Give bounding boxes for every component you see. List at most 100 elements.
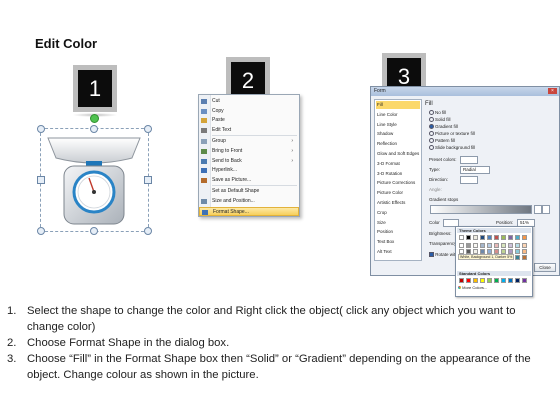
category-picture-corrections[interactable]: Picture Corrections: [377, 179, 415, 187]
theme-color-swatch[interactable]: [466, 235, 471, 240]
standard-color-swatch[interactable]: [515, 278, 520, 283]
standard-color-swatch[interactable]: [480, 278, 485, 283]
theme-color-swatch[interactable]: [515, 249, 520, 254]
menu-item-size-and-position[interactable]: Size and Position...: [199, 197, 299, 206]
fill-option-picture-or-texture-fill[interactable]: Picture or texture fill: [429, 131, 475, 137]
theme-color-swatch[interactable]: [515, 243, 520, 248]
angle-label: Angle:: [429, 187, 442, 192]
send-back-icon: [201, 158, 207, 164]
context-menu: Cut Copy Paste Edit Text Group › Bring to Fron…: [198, 94, 300, 217]
dialog-titlebar[interactable]: Form: [371, 87, 559, 96]
category-crop[interactable]: Crop: [377, 209, 387, 217]
theme-color-swatch[interactable]: [473, 243, 478, 248]
more-colors-link[interactable]: More Colors...: [458, 285, 487, 290]
theme-color-swatch[interactable]: [515, 255, 520, 260]
close-icon[interactable]: ×: [548, 88, 557, 94]
close-button[interactable]: Close: [534, 263, 556, 272]
preset-colors-dropdown[interactable]: [460, 156, 478, 164]
menu-item-edit-text[interactable]: Edit Text: [199, 126, 299, 135]
fill-option-label: Solid fill: [435, 117, 451, 122]
category-3-d-format[interactable]: 3-D Format: [377, 160, 400, 168]
menu-item-label: Group: [212, 138, 226, 145]
menu-item-label: Paste: [212, 117, 225, 124]
direction-dropdown[interactable]: [460, 176, 478, 184]
standard-color-swatch[interactable]: [459, 278, 464, 283]
theme-color-swatch[interactable]: [522, 243, 527, 248]
category-text-box[interactable]: Text Box: [377, 238, 394, 246]
theme-color-swatch[interactable]: [459, 243, 464, 248]
category-fill[interactable]: Fill: [376, 101, 420, 110]
theme-color-swatch[interactable]: [501, 243, 506, 248]
brightness-label: Brightness:: [429, 231, 452, 236]
theme-color-swatch[interactable]: [508, 235, 513, 240]
category-artistic-effects[interactable]: Artistic Effects: [377, 199, 405, 207]
category-size[interactable]: Size: [377, 219, 386, 227]
category-shadow[interactable]: Shadow: [377, 130, 393, 138]
menu-item-label: Size and Position...: [212, 198, 255, 204]
color-label: Color: [429, 220, 440, 225]
menu-item-label: Edit Text: [212, 126, 232, 133]
theme-color-swatch[interactable]: [487, 243, 492, 248]
category-glow-and-soft-edges[interactable]: Glow and Soft Edges: [377, 150, 419, 158]
menu-item-copy[interactable]: Copy: [199, 107, 299, 116]
theme-color-swatch[interactable]: [515, 235, 520, 240]
theme-color-swatch[interactable]: [494, 243, 499, 248]
menu-item-paste[interactable]: Paste: [199, 116, 299, 125]
category-reflection[interactable]: Reflection: [377, 140, 397, 148]
standard-color-swatch[interactable]: [522, 278, 527, 283]
radio-icon: [429, 131, 434, 137]
gradient-stops-bar[interactable]: [430, 205, 532, 214]
category-position[interactable]: Position: [377, 228, 393, 236]
theme-color-swatch[interactable]: [459, 235, 464, 240]
theme-color-swatch[interactable]: [501, 235, 506, 240]
menu-item-label: Cut: [212, 98, 220, 104]
standard-color-swatch[interactable]: [487, 278, 492, 283]
menu-item-hyperlink[interactable]: Hyperlink...: [199, 166, 299, 175]
menu-item-send-to-back[interactable]: Send to Back ›: [199, 157, 299, 166]
section-title: Fill: [425, 101, 433, 107]
standard-color-swatch[interactable]: [508, 278, 513, 283]
rotate-handle[interactable]: [90, 114, 99, 123]
fill-option-solid-fill[interactable]: Solid fill: [429, 117, 451, 123]
menu-item-set-as-default-shape[interactable]: Set as Default Shape: [199, 187, 299, 196]
theme-color-swatch[interactable]: [522, 255, 527, 260]
remove-stop-button[interactable]: [542, 205, 550, 214]
category-picture-color[interactable]: Picture Color: [377, 189, 403, 197]
theme-color-swatch[interactable]: [494, 235, 499, 240]
fill-option-gradient-fill[interactable]: Gradient fill: [429, 124, 458, 130]
instruction-item: 2. Choose Format Shape in the dialog box.: [7, 335, 555, 351]
standard-color-swatch[interactable]: [473, 278, 478, 283]
theme-color-swatch[interactable]: [466, 243, 471, 248]
menu-item-save-as-picture[interactable]: Save as Picture...: [199, 176, 299, 185]
theme-color-swatch[interactable]: [473, 235, 478, 240]
fill-option-slide-background-fill[interactable]: Slide background fill: [429, 145, 476, 151]
standard-color-swatch[interactable]: [494, 278, 499, 283]
fill-option-label: Slide background fill: [435, 145, 476, 150]
category-line-style[interactable]: Line Style: [377, 121, 397, 129]
theme-color-swatch[interactable]: [480, 235, 485, 240]
theme-color-swatch[interactable]: [522, 235, 527, 240]
type-dropdown[interactable]: Radial: [460, 166, 490, 174]
theme-color-swatch[interactable]: [480, 243, 485, 248]
standard-color-swatch[interactable]: [466, 278, 471, 283]
menu-item-group[interactable]: Group ›: [199, 137, 299, 146]
menu-item-bring-to-front[interactable]: Bring to Front ›: [199, 147, 299, 156]
category-alt-text[interactable]: Alt Text: [377, 248, 392, 256]
fill-option-no-fill[interactable]: No fill: [429, 110, 446, 116]
fill-option-pattern-fill[interactable]: Pattern fill: [429, 138, 455, 144]
add-stop-button[interactable]: [534, 205, 542, 214]
menu-item-cut[interactable]: Cut: [199, 97, 299, 106]
theme-color-swatch[interactable]: [522, 249, 527, 254]
standard-color-swatch[interactable]: [501, 278, 506, 283]
gradient-stops-label: Gradient stops: [429, 197, 459, 202]
instruction-number: 3.: [7, 353, 17, 365]
menu-item-label: Hyperlink...: [212, 167, 238, 174]
theme-color-swatch[interactable]: [487, 235, 492, 240]
save-picture-icon: [201, 177, 207, 183]
category-3-d-rotation[interactable]: 3-D Rotation: [377, 170, 402, 178]
category-line-color[interactable]: Line Color: [377, 111, 398, 119]
color-tooltip: White, Background 1, Darker 5%: [458, 254, 515, 260]
menu-item-format-shape[interactable]: Format Shape...: [199, 206, 299, 216]
theme-color-swatch[interactable]: [508, 243, 513, 248]
menu-item-label: Copy: [212, 107, 224, 114]
